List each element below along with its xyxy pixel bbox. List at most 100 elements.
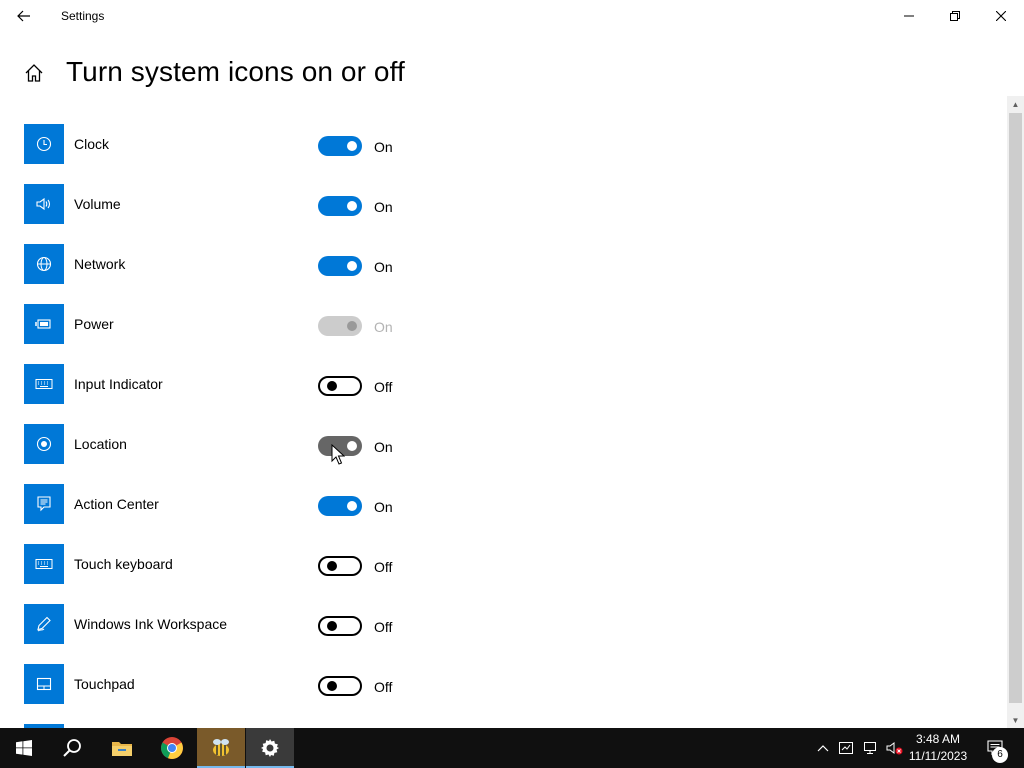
scroll-up-arrow-icon[interactable]: ▲ — [1007, 96, 1024, 112]
bee-app-icon — [213, 739, 229, 756]
windows-ink-tile — [24, 604, 64, 644]
list-item: Windows Ink Workspace Off — [24, 604, 624, 644]
minimize-button[interactable] — [886, 0, 932, 32]
home-button[interactable] — [22, 61, 46, 85]
settings-gear-icon — [261, 739, 279, 757]
toggle-state: On — [374, 259, 393, 275]
touchpad-icon — [36, 677, 52, 691]
scrollbar-thumb[interactable] — [1009, 113, 1022, 703]
app-title: Settings — [61, 9, 105, 23]
volume-tray-button[interactable] — [884, 728, 906, 768]
action-center-button[interactable]: 6 — [978, 728, 1012, 768]
item-label: Action Center — [74, 496, 159, 512]
list-item: Touchpad Off — [24, 664, 624, 704]
bee-app-button[interactable] — [197, 728, 245, 768]
network-tile — [24, 244, 64, 284]
pen-icon — [37, 616, 51, 632]
power-tile — [24, 304, 64, 344]
list-item: Action Center On — [24, 484, 624, 524]
battery-icon — [35, 319, 51, 329]
back-button[interactable] — [8, 4, 40, 28]
show-hidden-icons-button[interactable] — [814, 728, 832, 768]
close-icon — [996, 11, 1006, 21]
back-arrow-icon — [17, 10, 30, 22]
start-button[interactable] — [0, 728, 48, 768]
toggle-state: Off — [374, 379, 393, 395]
taskbar-clock[interactable]: 3:48 AM 11/11/2023 — [904, 731, 972, 765]
page-header: Turn system icons on or off — [0, 52, 600, 96]
location-icon — [36, 436, 52, 452]
item-label: Network — [74, 256, 126, 272]
list-item: Volume On — [24, 184, 624, 224]
tray-app-icon — [839, 742, 853, 754]
toggle-state: On — [374, 139, 393, 155]
list-item: Location On — [24, 424, 624, 464]
list-item: Touch keyboard Off — [24, 544, 624, 584]
scroll-down-arrow-icon[interactable]: ▼ — [1007, 712, 1024, 728]
start-icon — [16, 740, 32, 756]
toggle-state: On — [374, 499, 393, 515]
toggle-state: Off — [374, 559, 393, 575]
item-label: Touch keyboard — [74, 556, 173, 572]
search-button[interactable] — [48, 728, 96, 768]
input-indicator-tile — [24, 364, 64, 404]
item-label: Location — [74, 436, 127, 452]
list-item: Power On — [24, 304, 624, 344]
touchpad-tile — [24, 664, 64, 704]
list-item: Network On — [24, 244, 624, 284]
clock-tile — [24, 124, 64, 164]
settings-window: Settings Turn system icons on or off Clo… — [0, 0, 1024, 728]
toggle-state: On — [374, 319, 393, 335]
item-label: Input Indicator — [74, 376, 163, 392]
list-item: Input Indicator Off — [24, 364, 624, 404]
power-toggle — [318, 316, 362, 336]
touchpad-toggle[interactable] — [318, 676, 362, 696]
action-center-tile — [24, 484, 64, 524]
notification-count-badge: 6 — [992, 747, 1008, 763]
item-label: Touchpad — [74, 676, 135, 692]
clock-time: 3:48 AM — [915, 732, 961, 746]
network-globe-icon — [36, 256, 52, 272]
search-icon — [63, 739, 81, 757]
restore-icon — [950, 11, 960, 21]
tray-app-button[interactable] — [836, 728, 856, 768]
item-label: Windows Ink Workspace — [74, 616, 228, 632]
close-button[interactable] — [978, 0, 1024, 32]
volume-tile — [24, 184, 64, 224]
network-tray-button[interactable] — [860, 728, 882, 768]
volume-muted-icon — [886, 742, 903, 755]
volume-toggle[interactable] — [318, 196, 362, 216]
action-center-icon — [37, 496, 51, 512]
location-tile — [24, 424, 64, 464]
keyboard-icon — [35, 379, 53, 389]
toggle-state: On — [374, 199, 393, 215]
item-label: Power — [74, 316, 114, 332]
settings-taskbar-button[interactable] — [246, 728, 294, 768]
clock-date: 11/11/2023 — [908, 749, 968, 763]
network-toggle[interactable] — [318, 256, 362, 276]
touch-keyboard-toggle[interactable] — [318, 556, 362, 576]
item-label: Volume — [74, 196, 121, 212]
mouse-cursor-icon — [331, 444, 345, 465]
touch-keyboard-tile — [24, 544, 64, 584]
toggle-state: Off — [374, 679, 393, 695]
toggle-state: On — [374, 439, 393, 455]
chevron-up-icon — [817, 745, 829, 752]
vertical-scrollbar[interactable]: ▲ ▼ — [1007, 96, 1024, 728]
toggle-state: Off — [374, 619, 393, 635]
restore-button[interactable] — [932, 0, 978, 32]
list-item: Clock On — [24, 124, 624, 164]
clock-icon — [36, 136, 52, 152]
windows-ink-toggle[interactable] — [318, 616, 362, 636]
action-center-toggle[interactable] — [318, 496, 362, 516]
chrome-button[interactable] — [148, 728, 196, 768]
input-indicator-toggle[interactable] — [318, 376, 362, 396]
file-explorer-button[interactable] — [98, 728, 146, 768]
taskbar: 3:48 AM 11/11/2023 6 — [0, 728, 1024, 768]
file-explorer-icon — [112, 742, 132, 756]
volume-icon — [36, 197, 51, 211]
system-icons-list: Clock On Volume On Network On Power On I… — [0, 124, 1000, 728]
item-label: Clock — [74, 136, 110, 152]
clock-toggle[interactable] — [318, 136, 362, 156]
touch-keyboard-icon — [35, 559, 53, 569]
